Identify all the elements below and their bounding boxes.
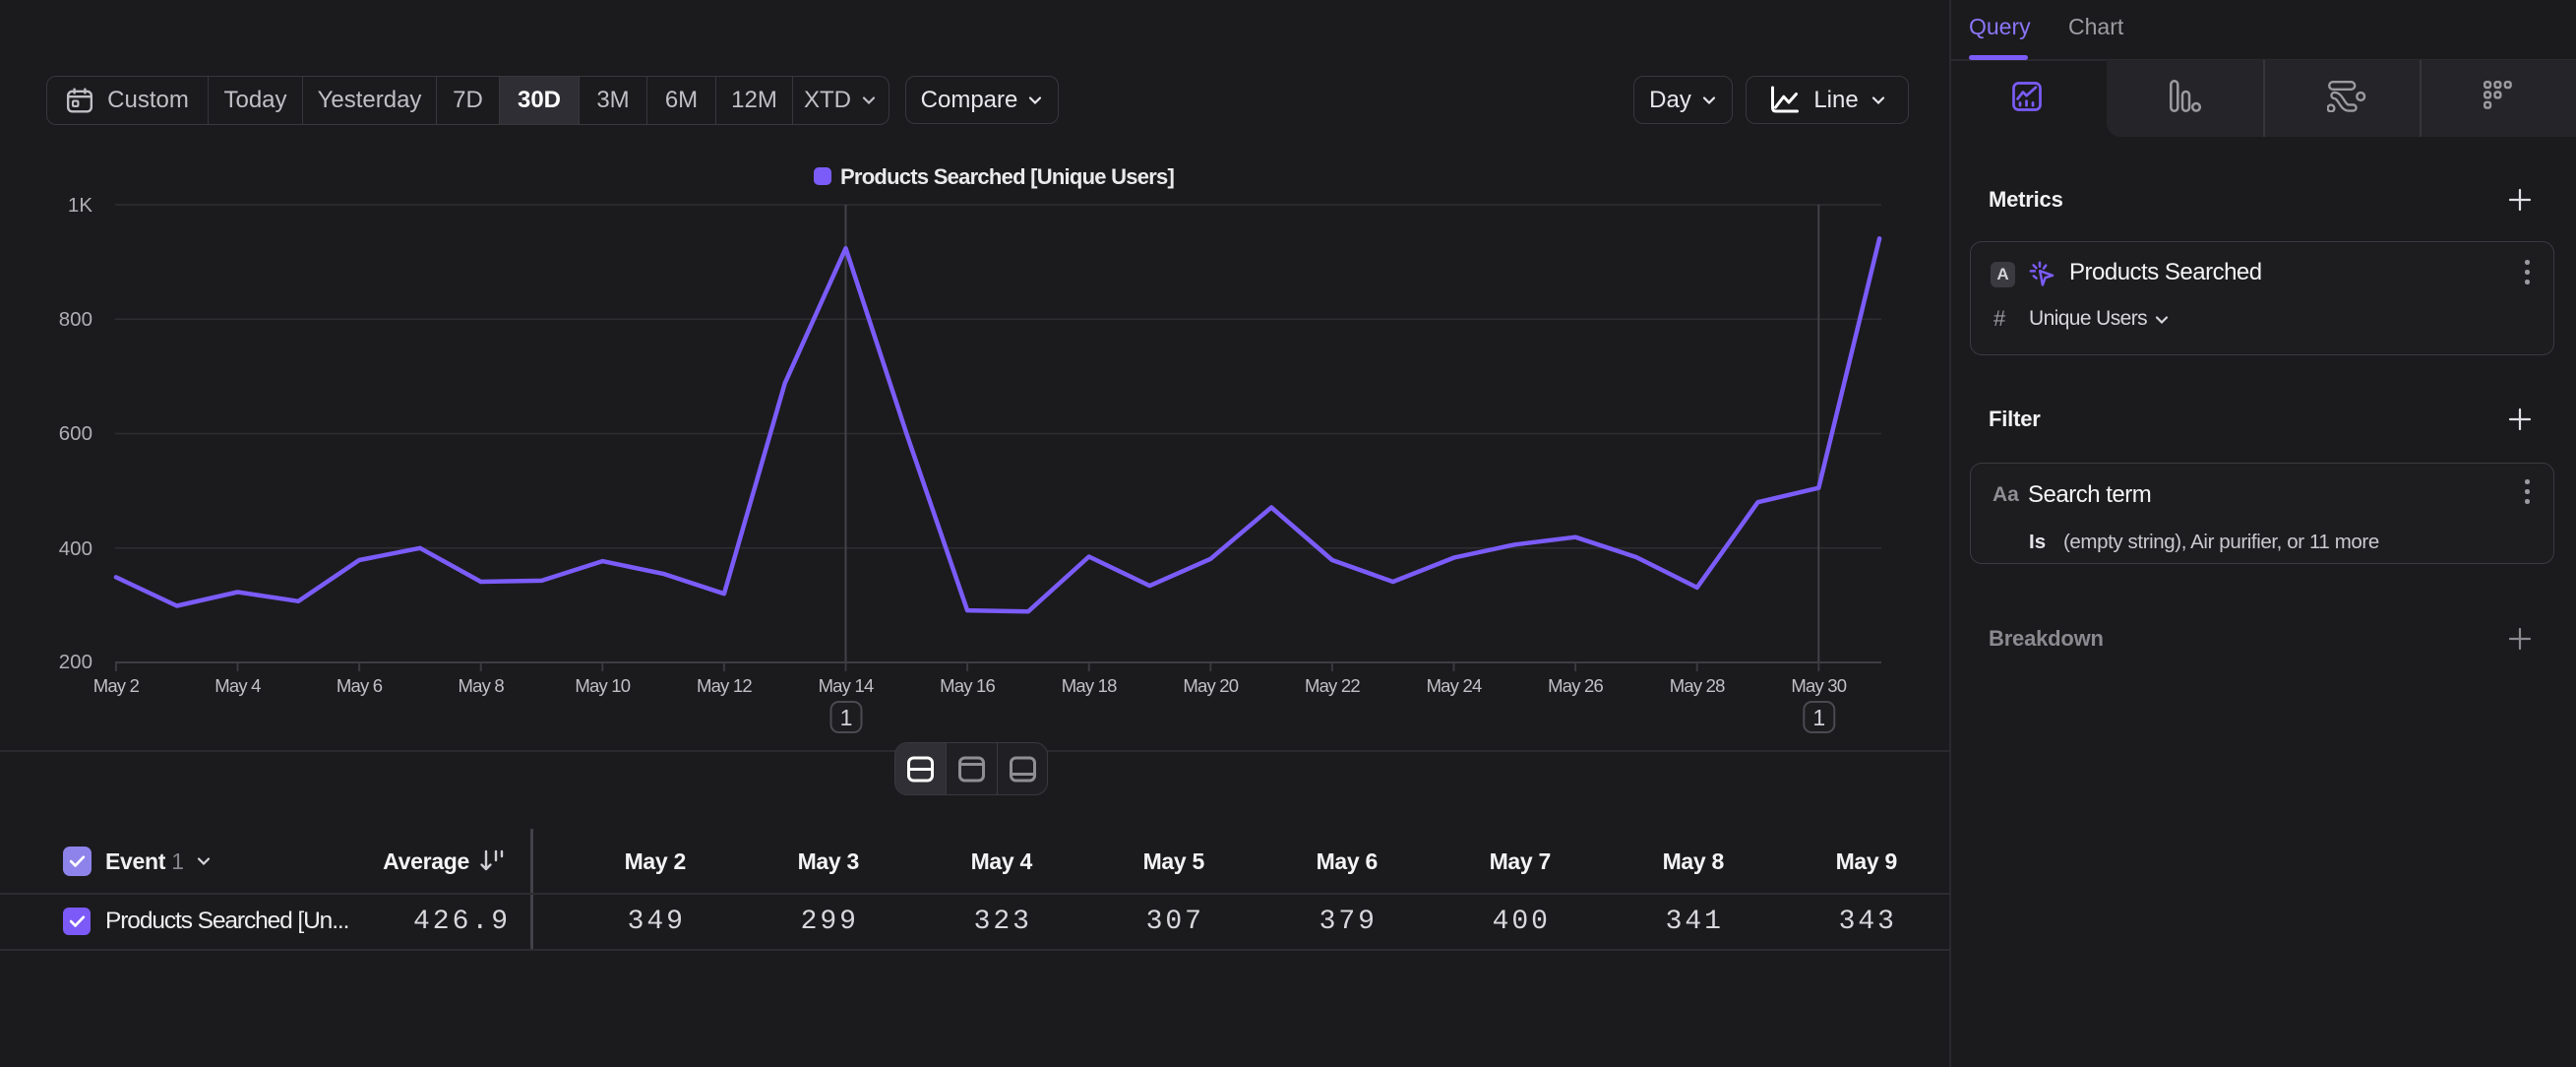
- svg-text:May 2: May 2: [93, 675, 140, 696]
- svg-text:May 14: May 14: [819, 675, 874, 696]
- svg-text:May 28: May 28: [1670, 675, 1725, 696]
- svg-text:May 18: May 18: [1062, 675, 1117, 696]
- svg-text:May 12: May 12: [697, 675, 752, 696]
- svg-text:May 20: May 20: [1183, 675, 1238, 696]
- svg-text:May 22: May 22: [1305, 675, 1360, 696]
- svg-text:1: 1: [1812, 705, 1825, 730]
- svg-text:600: 600: [59, 422, 92, 445]
- svg-text:May 16: May 16: [940, 675, 995, 696]
- svg-text:1K: 1K: [68, 194, 92, 217]
- svg-text:200: 200: [59, 651, 92, 673]
- svg-text:400: 400: [59, 537, 92, 560]
- svg-text:May 6: May 6: [337, 675, 383, 696]
- svg-text:May 24: May 24: [1427, 675, 1482, 696]
- svg-text:May 10: May 10: [575, 675, 630, 696]
- svg-text:800: 800: [59, 308, 92, 331]
- svg-text:May 30: May 30: [1791, 675, 1846, 696]
- svg-text:May 26: May 26: [1548, 675, 1603, 696]
- svg-text:May 4: May 4: [215, 675, 261, 696]
- svg-text:May 8: May 8: [459, 675, 505, 696]
- svg-text:1: 1: [840, 705, 853, 730]
